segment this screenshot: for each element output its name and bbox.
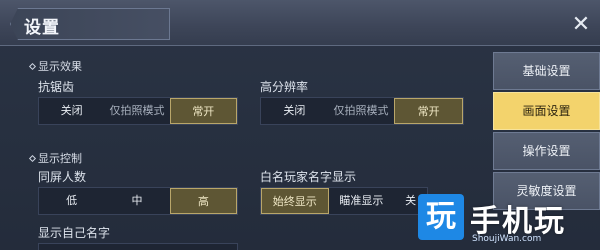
section-display-effect: 显示效果 <box>28 58 82 74</box>
hires-option-photo[interactable]: 仅拍照模式 <box>328 98 395 124</box>
sidebar-item-controls[interactable]: 操作设置 <box>493 132 600 170</box>
white-name-option-always[interactable]: 始终显示 <box>261 188 329 214</box>
antialias-option-always[interactable]: 常开 <box>169 98 237 124</box>
section-title-text: 显示控制 <box>38 152 82 165</box>
title-bar: 设置 ✕ <box>0 0 600 46</box>
sidebar-item-graphics[interactable]: 画面设置 <box>493 92 600 130</box>
same-screen-option-mid[interactable]: 中 <box>104 188 169 214</box>
hires-selector: 关闭 仅拍照模式 常开 <box>260 97 464 125</box>
settings-window: 设置 ✕ 显示效果 抗锯齿 关闭 仅拍照模式 常开 高分辨率 关闭 仅拍照模式 … <box>0 0 600 250</box>
white-name-option-aim[interactable]: 瞄准显示 <box>329 188 395 214</box>
show-own-name-selector <box>38 243 238 250</box>
same-screen-selector: 低 中 高 <box>38 187 238 215</box>
antialias-option-photo[interactable]: 仅拍照模式 <box>104 98 169 124</box>
watermark-url: ShoujiWan.com <box>472 234 542 244</box>
antialias-option-off[interactable]: 关闭 <box>39 98 104 124</box>
watermark-mark: 玩 <box>418 194 464 240</box>
antialias-label: 抗锯齿 <box>38 80 75 94</box>
sidebar-item-basic[interactable]: 基础设置 <box>493 52 600 90</box>
antialias-selector: 关闭 仅拍照模式 常开 <box>38 97 238 125</box>
diamond-icon <box>28 62 37 71</box>
white-name-label: 白名玩家名字显示 <box>260 170 357 184</box>
same-screen-option-low[interactable]: 低 <box>39 188 104 214</box>
hires-label: 高分辨率 <box>260 80 309 94</box>
hires-option-off[interactable]: 关闭 <box>261 98 328 124</box>
same-screen-option-high[interactable]: 高 <box>169 188 237 214</box>
hires-option-always[interactable]: 常开 <box>394 98 464 124</box>
page-title: 设置 <box>24 18 60 38</box>
section-display-control: 显示控制 <box>28 150 82 166</box>
show-own-name-label: 显示自己名字 <box>38 226 111 240</box>
diamond-icon <box>28 154 37 163</box>
watermark-logo: 玩 手机玩 ShoujiWan.com <box>412 190 600 250</box>
close-icon[interactable]: ✕ <box>570 14 592 36</box>
section-title-text: 显示效果 <box>38 60 82 73</box>
same-screen-label: 同屏人数 <box>38 170 87 184</box>
white-name-selector: 始终显示 瞄准显示 关 <box>260 187 428 215</box>
